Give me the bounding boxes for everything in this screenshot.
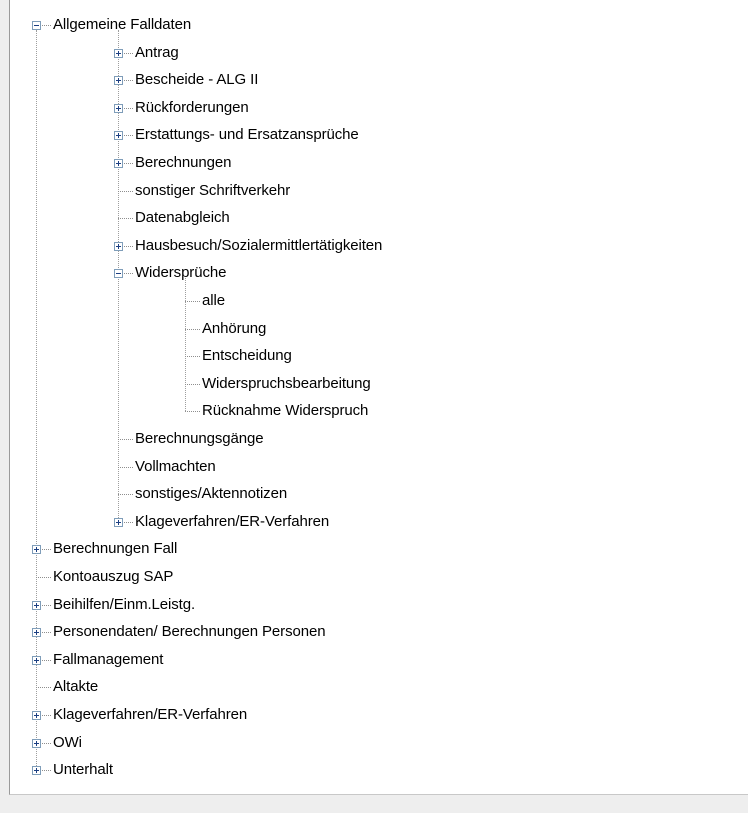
tree-item[interactable] [10,291,748,311]
glyph-vertical-bar [118,244,119,249]
tree-branch-line [118,191,133,192]
tree-item-label[interactable]: Berechnungen [135,153,231,173]
tree-branch-line [185,384,200,385]
glyph-vertical-bar [36,547,37,552]
tree-item-label[interactable]: Unterhalt [53,760,113,780]
plus-box-icon[interactable] [32,545,41,554]
tree-item-label[interactable]: Datenabgleich [135,208,230,228]
tree-branch-line [185,356,200,357]
glyph-vertical-bar [118,106,119,111]
glyph-vertical-bar [36,630,37,635]
tree-item-label[interactable]: Hausbesuch/Sozialermittlertätigkeiten [135,236,382,256]
glyph-horizontal-bar [116,273,121,274]
plus-box-icon[interactable] [32,739,41,748]
minus-box-icon[interactable] [114,269,123,278]
plus-box-icon[interactable] [32,601,41,610]
tree-branch-line [185,411,200,412]
tree-item-label[interactable]: Erstattungs- und Ersatzansprüche [135,125,359,145]
tree-item-label[interactable]: OWi [53,733,82,753]
tree-item[interactable] [10,374,748,394]
tree-item-label[interactable]: Altakte [53,677,98,697]
plus-box-icon[interactable] [114,49,123,58]
glyph-vertical-bar [36,741,37,746]
tree-item[interactable] [10,319,748,339]
tree-branch-line [36,577,51,578]
plus-box-icon[interactable] [114,104,123,113]
tree-item-label[interactable]: sonstiges/Aktennotizen [135,484,287,504]
tree-item-label[interactable]: Widersprüche [135,263,226,283]
glyph-vertical-bar [118,78,119,83]
glyph-vertical-bar [36,768,37,773]
plus-box-icon[interactable] [32,628,41,637]
plus-box-icon[interactable] [114,518,123,527]
plus-box-icon[interactable] [32,711,41,720]
tree-branch-line [118,439,133,440]
tree-item-label[interactable]: Vollmachten [135,457,216,477]
tree-branch-line [185,301,200,302]
tree-item[interactable] [10,733,748,753]
tree-item-label[interactable]: Beihilfen/Einm.Leistg. [53,595,195,615]
glyph-vertical-bar [118,51,119,56]
glyph-vertical-bar [36,603,37,608]
plus-box-icon[interactable] [114,159,123,168]
tree-item-label[interactable]: Berechnungen Fall [53,539,177,559]
glyph-horizontal-bar [34,25,39,26]
glyph-vertical-bar [36,713,37,718]
tree-item-label[interactable]: Berechnungsgänge [135,429,264,449]
tree-item-label[interactable]: Anhörung [202,319,266,339]
tree-branch-line [118,494,133,495]
tree-branch-line [118,218,133,219]
tree-item-label[interactable]: Klageverfahren/ER-Verfahren [53,705,247,725]
glyph-vertical-bar [118,133,119,138]
tree-branch-line [185,329,200,330]
tree-item-label[interactable]: Rücknahme Widerspruch [202,401,368,421]
tree-view[interactable]: Allgemeine Falldaten Antrag Bescheide - AL… [9,0,748,795]
plus-box-icon[interactable] [32,766,41,775]
tree-item-label[interactable]: Widerspruchsbearbeitung [202,374,371,394]
tree-branch-line [36,687,51,688]
plus-box-icon[interactable] [114,76,123,85]
tree-item-label[interactable]: alle [202,291,225,311]
glyph-vertical-bar [36,658,37,663]
tree-item-label[interactable]: Entscheidung [202,346,292,366]
glyph-vertical-bar [118,161,119,166]
tree-item-label[interactable]: Rückforderungen [135,98,249,118]
tree-item[interactable] [10,677,748,697]
plus-box-icon[interactable] [114,242,123,251]
tree-item[interactable] [10,760,748,780]
plus-box-icon[interactable] [32,656,41,665]
tree-item-label[interactable]: Antrag [135,43,179,63]
tree-item-label[interactable]: Klageverfahren/ER-Verfahren [135,512,329,532]
tree-branch-line [118,467,133,468]
tree-item-label[interactable]: Allgemeine Falldaten [53,15,191,35]
tree-item-label[interactable]: Bescheide - ALG II [135,70,258,90]
minus-box-icon[interactable] [32,21,41,30]
tree-item[interactable] [10,346,748,366]
tree-item-label[interactable]: Personendaten/ Berechnungen Personen [53,622,326,642]
plus-box-icon[interactable] [114,131,123,140]
tree-item-label[interactable]: sonstiger Schriftverkehr [135,181,290,201]
tree-item-label[interactable]: Fallmanagement [53,650,163,670]
tree-item[interactable] [10,401,748,421]
tree-item-label[interactable]: Kontoauszug SAP [53,567,173,587]
glyph-vertical-bar [118,520,119,525]
